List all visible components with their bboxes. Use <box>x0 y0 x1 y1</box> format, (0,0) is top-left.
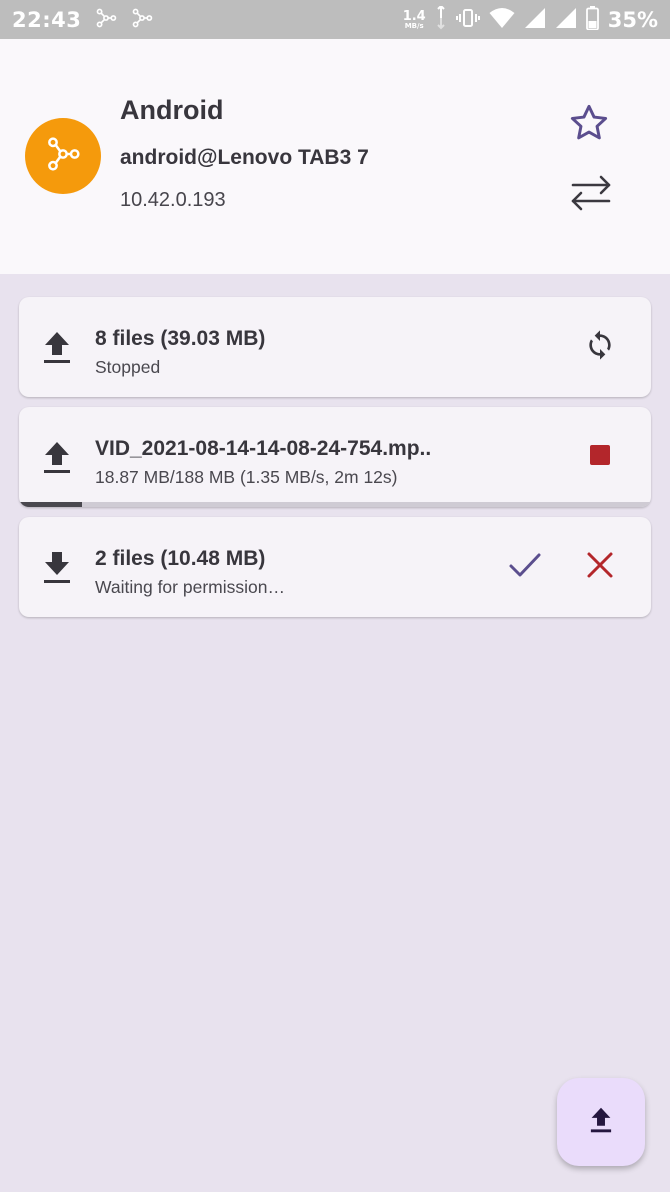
signal-icon <box>524 7 546 33</box>
device-header: Android android@Lenovo TAB3 7 10.42.0.19… <box>0 39 670 274</box>
battery-percent: 35% <box>607 7 658 32</box>
avatar <box>25 118 101 194</box>
accept-button[interactable] <box>500 542 550 592</box>
retry-button[interactable] <box>575 322 625 372</box>
transfer-card[interactable]: 2 files (10.48 MB) Waiting for permissio… <box>19 517 651 617</box>
share-hub-icon <box>95 7 117 33</box>
share-hub-icon <box>43 134 83 179</box>
device-user: android@Lenovo TAB3 7 <box>120 146 369 169</box>
transfer-card[interactable]: 8 files (39.03 MB) Stopped <box>19 297 651 397</box>
upload-icon <box>39 439 75 475</box>
transfer-status: Stopped <box>95 357 161 377</box>
device-name: Android <box>120 95 224 125</box>
transfer-title: 8 files (39.03 MB) <box>95 327 266 350</box>
upload-icon <box>39 329 75 365</box>
swap-arrows-icon <box>569 173 613 218</box>
share-hub-icon <box>131 7 153 33</box>
transfer-status: Waiting for permission… <box>95 577 285 597</box>
battery-icon <box>585 5 599 34</box>
vibrate-icon <box>455 7 480 33</box>
signal-icon <box>555 7 577 33</box>
close-icon <box>586 551 614 584</box>
network-speed: 1.4 MB/s <box>403 10 426 30</box>
check-icon <box>508 550 542 585</box>
network-speed-unit: MB/s <box>404 21 424 30</box>
stop-button[interactable] <box>575 432 625 482</box>
swap-direction-button[interactable] <box>566 170 616 220</box>
star-icon <box>568 102 610 149</box>
progress-fill <box>19 502 83 507</box>
transfer-card[interactable]: VID_2021-08-14-14-08-24-754.mp.. 18.87 M… <box>19 407 651 507</box>
transfer-title: 2 files (10.48 MB) <box>95 547 266 570</box>
network-speed-value: 1.4 <box>402 8 426 24</box>
status-bar: 22:43 1.4 MB/s 35% <box>0 0 670 39</box>
reject-button[interactable] <box>575 542 625 592</box>
transfer-title: VID_2021-08-14-14-08-24-754.mp.. <box>95 437 432 460</box>
send-files-fab[interactable] <box>557 1078 645 1166</box>
wifi-icon <box>489 7 515 33</box>
device-ip: 10.42.0.193 <box>120 189 226 211</box>
stop-icon <box>589 444 611 471</box>
favorite-button[interactable] <box>564 100 614 150</box>
progress-bar <box>19 502 651 507</box>
download-icon <box>39 549 75 585</box>
retry-icon <box>584 328 616 367</box>
data-arrows-icon <box>435 4 447 34</box>
transfer-status: 18.87 MB/188 MB (1.35 MB/s, 2m 12s) <box>95 467 398 487</box>
status-time: 22:43 <box>12 7 82 32</box>
upload-icon <box>588 1105 614 1140</box>
